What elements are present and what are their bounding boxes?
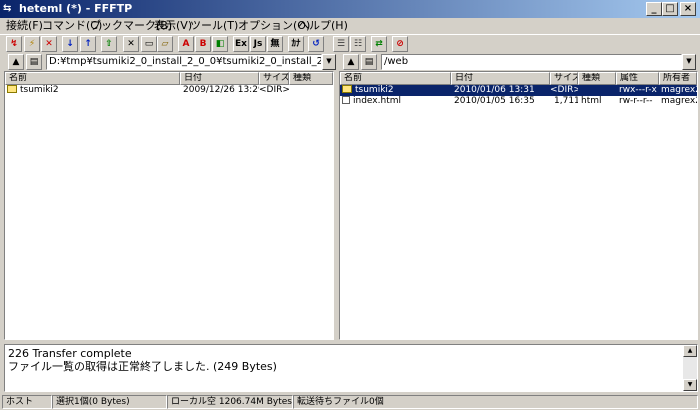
- file-type-cell: html: [581, 96, 602, 106]
- table-row[interactable]: index.html 2010/01/05 16:35 1,711 html r…: [340, 96, 697, 107]
- quick-connect-icon[interactable]: ⚡: [24, 36, 40, 52]
- local-path-input[interactable]: D:¥tmp¥tsumiki2_0_install_2_0_0¥tsumiki2…: [46, 54, 322, 70]
- file-name-cell: index.html: [340, 96, 451, 107]
- menu-bar: 接続(F) コマンド(C) ブックマーク(B) 表示(V) ツール(T) オプシ…: [0, 18, 700, 34]
- jis-kanji-icon[interactable]: Js: [250, 36, 266, 52]
- local-col-type[interactable]: 種類: [289, 72, 333, 85]
- remote-col-owner[interactable]: 所有者: [659, 72, 697, 85]
- local-file-list[interactable]: 名前 日付 サイズ 種類 tsumiki2 2009/12/26 13:29 <…: [4, 71, 334, 340]
- abort-icon[interactable]: ⊘: [392, 36, 408, 52]
- menu-view[interactable]: 表示(V): [154, 19, 192, 33]
- file-attr-cell: rwx---r-x: [616, 85, 659, 96]
- status-queue: 転送待ちファイル0個: [293, 395, 698, 409]
- local-path-bar: ▲ ▤ D:¥tmp¥tsumiki2_0_install_2_0_0¥tsum…: [6, 54, 336, 70]
- connect-icon[interactable]: ↯: [6, 36, 22, 52]
- minimize-button[interactable]: _: [646, 2, 662, 16]
- menu-connect[interactable]: 接続(F): [6, 19, 43, 33]
- file-attr-cell: rw-r--r--: [619, 96, 653, 106]
- file-name-cell: tsumiki2: [7, 85, 180, 96]
- remote-open-folder-icon[interactable]: ▤: [361, 54, 377, 70]
- status-host: ホスト: [2, 395, 52, 409]
- euc-kanji-icon[interactable]: Ex: [233, 36, 249, 52]
- kana-conversion-icon[interactable]: ｶﾅ: [288, 36, 304, 52]
- local-up-folder-icon[interactable]: ▲: [8, 54, 24, 70]
- file-size-cell: <DIR>: [550, 85, 578, 96]
- ascii-mode-icon[interactable]: A: [178, 36, 194, 52]
- remote-col-attr[interactable]: 属性: [616, 72, 659, 85]
- local-open-folder-icon[interactable]: ▤: [26, 54, 42, 70]
- folder-icon: [7, 85, 17, 93]
- local-col-size[interactable]: サイズ: [259, 72, 289, 85]
- rename-icon[interactable]: ▭: [141, 36, 157, 52]
- log-panel[interactable]: 226 Transfer complete ファイル一覧の取得は正常終了しました…: [4, 344, 698, 392]
- table-row[interactable]: tsumiki2 2010/01/06 13:31 <DIR> rwx---r-…: [340, 85, 697, 96]
- file-date-cell: 2009/12/26 13:29: [183, 85, 259, 95]
- file-owner-cell: magrex2: [661, 96, 697, 106]
- file-date-cell: 2010/01/06 13:31: [451, 85, 550, 96]
- upload-icon[interactable]: ↑: [80, 36, 96, 52]
- log-line: ファイル一覧の取得は正常終了しました. (249 Bytes): [8, 360, 277, 373]
- remote-col-size[interactable]: サイズ: [550, 72, 578, 85]
- remote-file-list[interactable]: 名前 日付 サイズ 種類 属性 所有者 tsumiki2 2010/01/06 …: [339, 71, 698, 340]
- auto-mode-icon[interactable]: ◧: [212, 36, 228, 52]
- status-selection: 選択1個(0 Bytes): [52, 395, 167, 409]
- title-bar: ⇆ heteml (*) - FFFTP _ □ ×: [0, 0, 700, 18]
- file-date-cell: 2010/01/05 16:35: [454, 96, 535, 106]
- sync-folder-icon[interactable]: ⇄: [371, 36, 387, 52]
- detail-view-icon[interactable]: ☷: [350, 36, 366, 52]
- maximize-button[interactable]: □: [662, 2, 678, 16]
- toolbar: ↯ ⚡ ✕ ↓ ↑ ⇧ ✕ ▭ ▱ A B ◧ Ex Js 無ｶﾅ ↺ ☰ ☷ ⇄ ⊘: [0, 34, 700, 52]
- menu-tools[interactable]: ツール(T): [190, 19, 238, 33]
- window-title: heteml (*) - FFFTP: [19, 2, 133, 15]
- log-line: 226 Transfer complete: [8, 347, 132, 360]
- remote-path-input[interactable]: /web: [381, 54, 682, 70]
- no-conversion-icon[interactable]: 無: [267, 36, 283, 52]
- scroll-up-icon[interactable]: ▲: [683, 345, 697, 357]
- file-size-cell: 1,711: [554, 96, 578, 106]
- ftp-app-icon[interactable]: ⇆: [3, 2, 17, 16]
- status-local-free: ローカル空 1206.74M Bytes: [167, 395, 293, 409]
- local-col-date[interactable]: 日付: [180, 72, 259, 85]
- folder-icon: [342, 85, 352, 93]
- mirror-upload-icon[interactable]: ⇧: [101, 36, 117, 52]
- scroll-down-icon[interactable]: ▼: [683, 379, 697, 391]
- remote-path-bar: ▲ ▤ /web ▼: [341, 54, 698, 70]
- log-scrollbar[interactable]: ▲ ▼: [683, 345, 697, 391]
- download-icon[interactable]: ↓: [62, 36, 78, 52]
- document-icon: [342, 96, 350, 104]
- file-type-cell: [578, 85, 616, 96]
- chevron-down-icon[interactable]: ▼: [322, 54, 336, 70]
- remote-col-date[interactable]: 日付: [451, 72, 550, 85]
- remote-up-folder-icon[interactable]: ▲: [343, 54, 359, 70]
- close-button[interactable]: ×: [680, 2, 696, 16]
- list-view-icon[interactable]: ☰: [333, 36, 349, 52]
- binary-mode-icon[interactable]: B: [195, 36, 211, 52]
- mkdir-icon[interactable]: ▱: [157, 36, 173, 52]
- remote-col-type[interactable]: 種類: [578, 72, 616, 85]
- refresh-icon[interactable]: ↺: [308, 36, 324, 52]
- menu-help[interactable]: ヘルプ(H): [298, 19, 348, 33]
- file-owner-cell: magrex2: [659, 85, 697, 96]
- local-col-name[interactable]: 名前: [5, 72, 180, 85]
- disconnect-icon[interactable]: ✕: [41, 36, 57, 52]
- delete-icon[interactable]: ✕: [123, 36, 139, 52]
- status-bar: ホスト 選択1個(0 Bytes) ローカル空 1206.74M Bytes 転…: [0, 394, 700, 410]
- remote-col-name[interactable]: 名前: [340, 72, 451, 85]
- table-row[interactable]: tsumiki2 2009/12/26 13:29 <DIR>: [5, 85, 311, 96]
- file-name-cell: tsumiki2: [340, 85, 451, 96]
- chevron-down-icon[interactable]: ▼: [682, 54, 696, 70]
- file-size-cell: <DIR>: [259, 85, 289, 95]
- file-type-cell: [289, 85, 311, 96]
